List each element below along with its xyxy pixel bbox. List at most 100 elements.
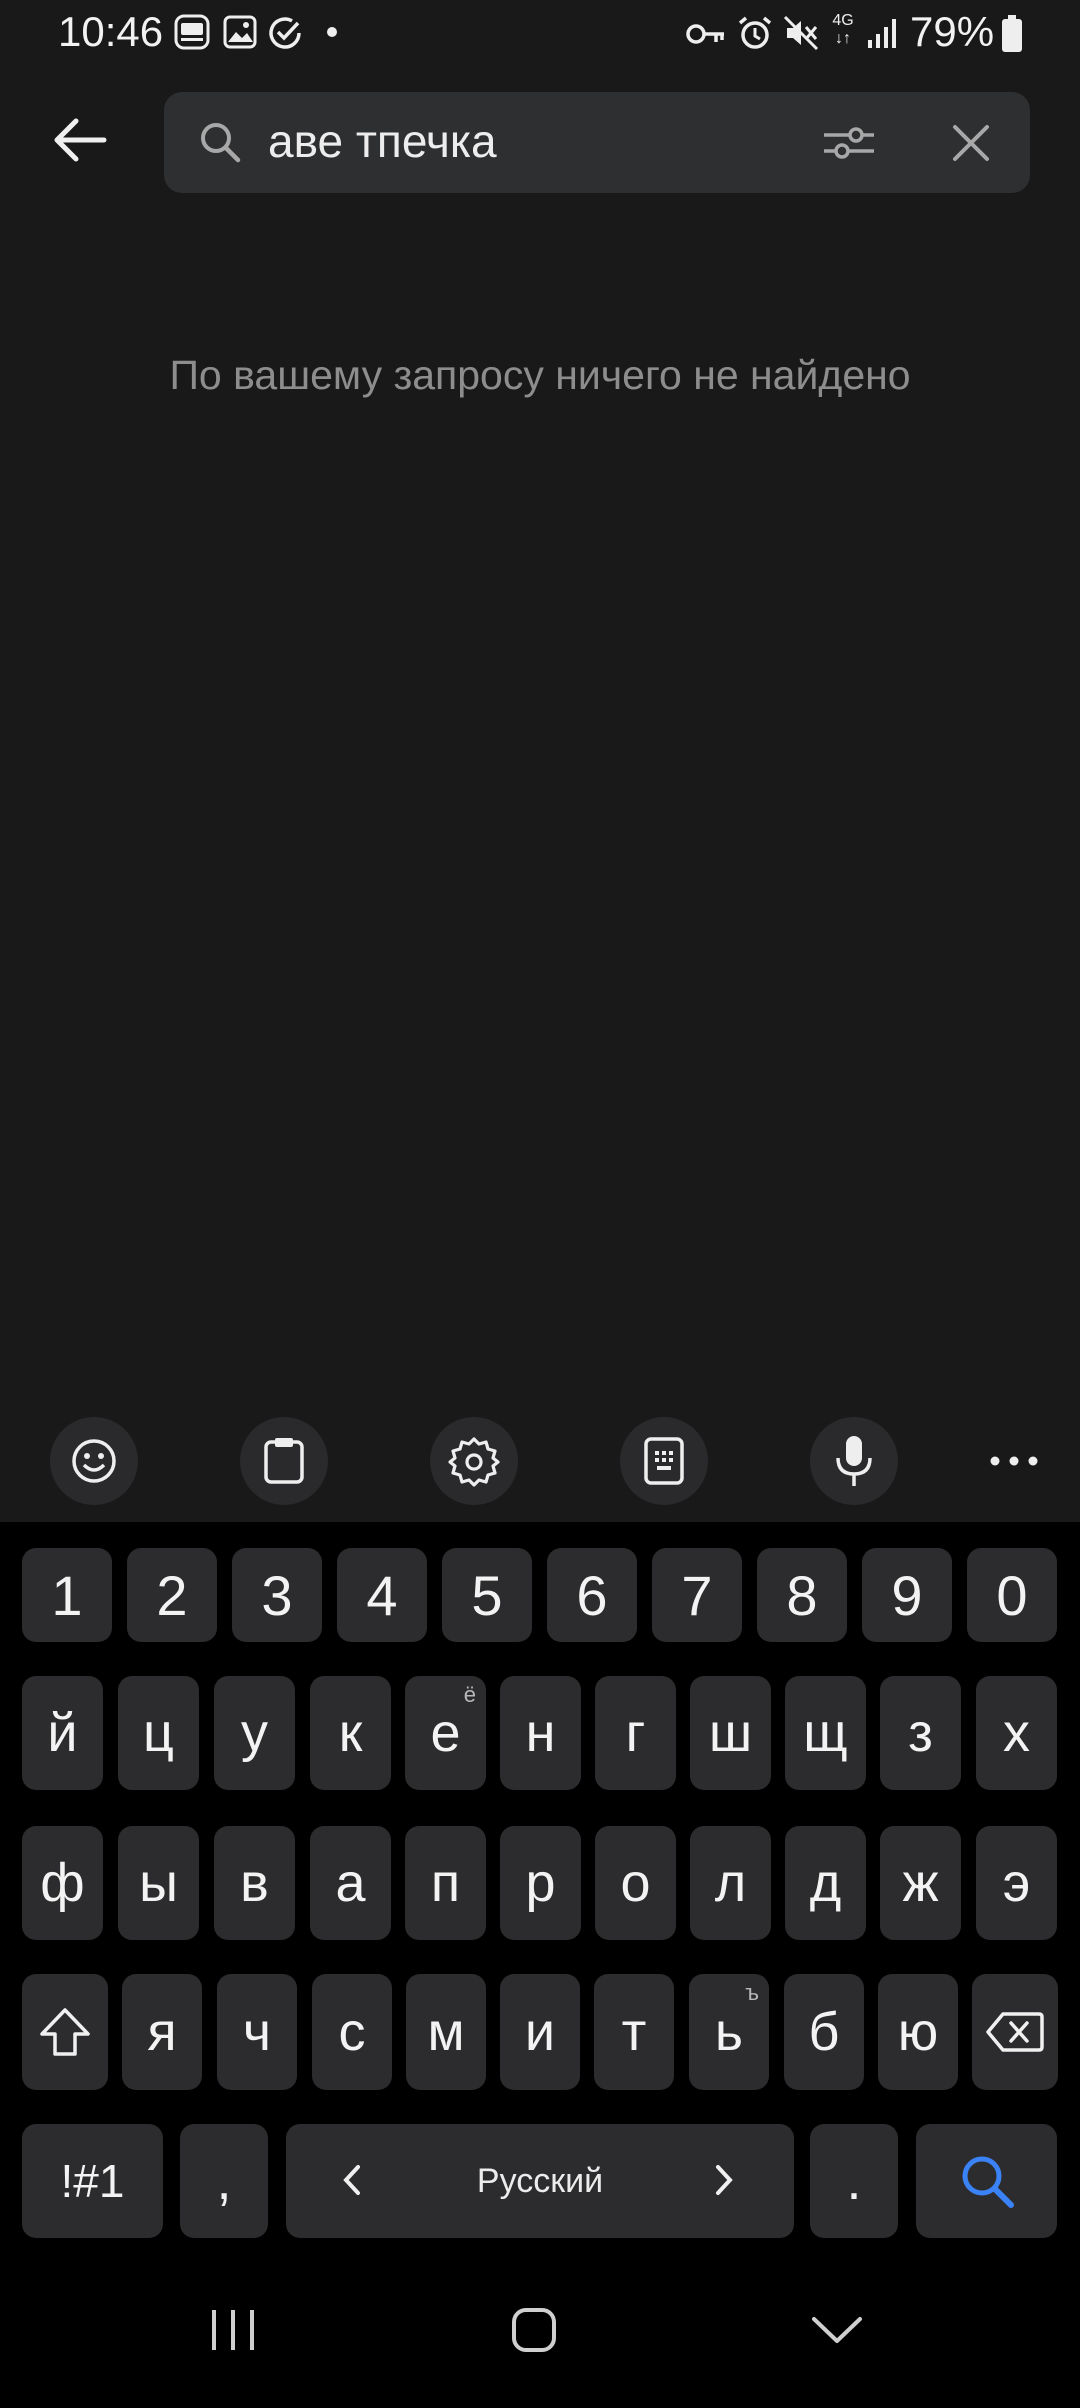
hide-keyboard-icon <box>812 2317 862 2343</box>
key-й[interactable]: й <box>22 1676 103 1790</box>
backspace-key[interactable] <box>972 1974 1058 2090</box>
home-icon <box>512 2308 556 2352</box>
key-о[interactable]: о <box>595 1826 676 1940</box>
keyboard: 1 2 3 4 5 6 7 8 9 0 й ц у к е ё н г ш щ … <box>0 1522 1080 2250</box>
ad-blocker-icon <box>174 14 210 50</box>
cursor-right-icon <box>716 2165 733 2195</box>
key-щ[interactable]: щ <box>785 1676 866 1790</box>
navigation-bar <box>0 2250 1080 2408</box>
keyboard-layout-icon <box>644 1437 684 1485</box>
voice-input-button[interactable] <box>810 1417 898 1505</box>
network-4g-icon: 4G ↓↑ <box>832 12 854 47</box>
status-time: 10:46 <box>58 8 164 55</box>
key-л[interactable]: л <box>690 1826 771 1940</box>
search-bar[interactable]: аве тпечка <box>164 92 1030 193</box>
key-б[interactable]: б <box>784 1974 864 2090</box>
emoji-icon <box>72 1439 116 1483</box>
key-4[interactable]: 4 <box>337 1548 427 1642</box>
key-г[interactable]: г <box>595 1676 676 1790</box>
symbols-key[interactable]: !#1 <box>22 2124 163 2238</box>
battery-icon <box>1002 15 1022 52</box>
keyboard-toolbar <box>0 1400 1080 1520</box>
key-м[interactable]: м <box>406 1974 486 2090</box>
emoji-button[interactable] <box>50 1417 138 1505</box>
cursor-left-icon <box>343 2165 360 2195</box>
language-label: Русский <box>476 2161 604 2200</box>
key-д[interactable]: д <box>785 1826 866 1940</box>
search-input[interactable]: аве тпечка <box>268 114 497 168</box>
key-я[interactable]: я <box>122 1974 202 2090</box>
key-ь-label: ь <box>714 2002 744 2062</box>
more-icon <box>990 1456 1038 1466</box>
key-к[interactable]: к <box>310 1676 391 1790</box>
key-0[interactable]: 0 <box>967 1548 1057 1642</box>
key-ц[interactable]: ц <box>118 1676 199 1790</box>
hide-keyboard-button[interactable] <box>777 2290 897 2370</box>
keyboard-layout-button[interactable] <box>620 1417 708 1505</box>
key-ь-alt: ъ <box>745 1980 759 2005</box>
key-а[interactable]: а <box>310 1826 391 1940</box>
filter-sliders-icon[interactable] <box>822 118 876 168</box>
dot-icon <box>327 27 337 37</box>
mute-icon <box>783 15 819 51</box>
key-и[interactable]: и <box>500 1974 580 2090</box>
key-icon <box>686 24 724 44</box>
key-5[interactable]: 5 <box>442 1548 532 1642</box>
key-в[interactable]: в <box>214 1826 295 1940</box>
clipboard-button[interactable] <box>240 1417 328 1505</box>
space-key[interactable]: Русский <box>286 2124 794 2238</box>
key-ю[interactable]: ю <box>878 1974 958 2090</box>
key-у[interactable]: у <box>214 1676 295 1790</box>
key-ы[interactable]: ы <box>118 1826 199 1940</box>
more-button[interactable] <box>970 1417 1058 1505</box>
key-3[interactable]: 3 <box>232 1548 322 1642</box>
back-button[interactable] <box>40 100 120 180</box>
backspace-icon <box>986 2012 1044 2052</box>
key-е-label: е <box>430 1703 461 1763</box>
key-9[interactable]: 9 <box>862 1548 952 1642</box>
search-icon <box>201 123 241 163</box>
key-7[interactable]: 7 <box>652 1548 742 1642</box>
key-ж[interactable]: ж <box>880 1826 961 1940</box>
clipboard-icon <box>264 1438 304 1484</box>
alarm-icon <box>738 16 772 49</box>
recent-apps-button[interactable] <box>173 2290 293 2370</box>
empty-results-message: По вашему запросу ничего не найдено <box>169 352 911 398</box>
key-з[interactable]: з <box>880 1676 961 1790</box>
key-2[interactable]: 2 <box>127 1548 217 1642</box>
key-е[interactable]: е ё <box>405 1676 486 1790</box>
gallery-icon <box>223 15 257 49</box>
key-т[interactable]: т <box>594 1974 674 2090</box>
home-button[interactable] <box>474 2290 594 2370</box>
close-icon[interactable] <box>952 124 990 162</box>
key-п[interactable]: п <box>405 1826 486 1940</box>
signal-icon <box>868 19 896 48</box>
search-key[interactable] <box>916 2124 1057 2238</box>
shift-key[interactable] <box>22 1974 108 2090</box>
battery-percent: 79% <box>910 8 995 55</box>
recent-apps-icon <box>212 2310 254 2350</box>
key-ч[interactable]: ч <box>217 1974 297 2090</box>
key-ш[interactable]: ш <box>690 1676 771 1790</box>
key-р[interactable]: р <box>500 1826 581 1940</box>
key-1[interactable]: 1 <box>22 1548 112 1642</box>
microphone-icon <box>836 1436 872 1486</box>
key-ь[interactable]: ь ъ <box>689 1974 769 2090</box>
key-6[interactable]: 6 <box>547 1548 637 1642</box>
search-action-icon <box>962 2156 1014 2208</box>
key-х[interactable]: х <box>976 1676 1057 1790</box>
key-с[interactable]: с <box>312 1974 392 2090</box>
key-е-alt: ё <box>463 1682 476 1707</box>
comma-key[interactable]: , <box>180 2124 268 2238</box>
key-ф[interactable]: ф <box>22 1826 103 1940</box>
shift-icon <box>40 2008 90 2056</box>
key-8[interactable]: 8 <box>757 1548 847 1642</box>
status-bar: 10:46 4G ↓↑ 79% <box>0 0 1080 70</box>
key-э[interactable]: э <box>976 1826 1057 1940</box>
back-arrow-icon <box>54 118 107 162</box>
period-key[interactable]: . <box>810 2124 898 2238</box>
settings-button[interactable] <box>430 1417 518 1505</box>
key-н[interactable]: н <box>500 1676 581 1790</box>
network-label: 4G <box>832 12 854 29</box>
settings-icon <box>448 1437 500 1487</box>
